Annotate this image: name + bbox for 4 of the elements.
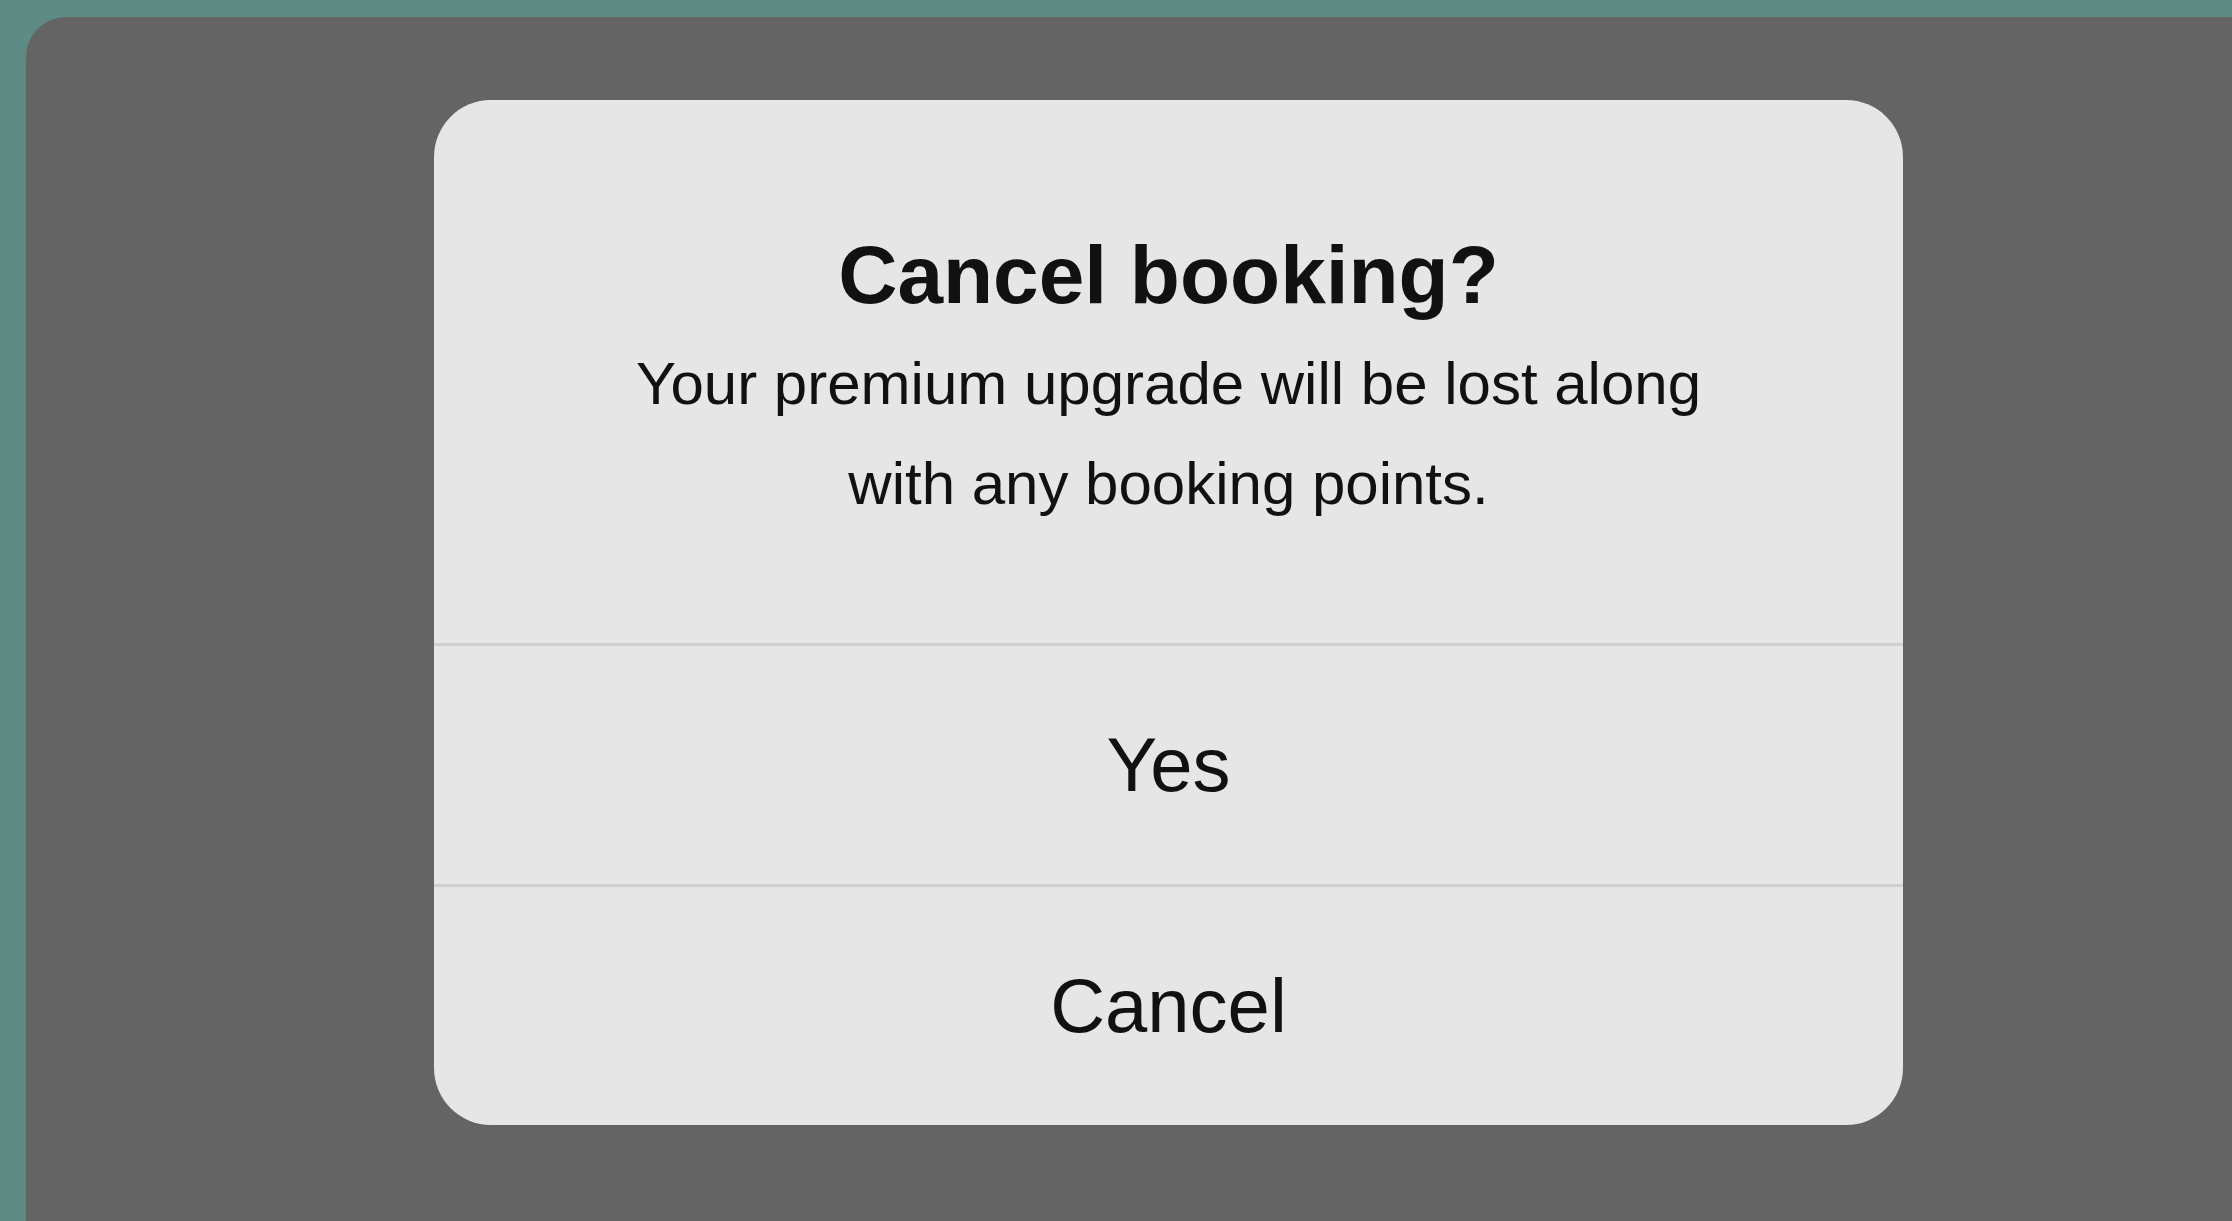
dialog-button[interactable]: Cancel xyxy=(434,884,1903,1125)
dialog-title: Cancel booking? xyxy=(838,228,1499,322)
dialog-button[interactable]: Yes xyxy=(434,643,1903,884)
dialog-message: Your premium upgrade will be lost along with any booking points. xyxy=(634,349,1703,519)
